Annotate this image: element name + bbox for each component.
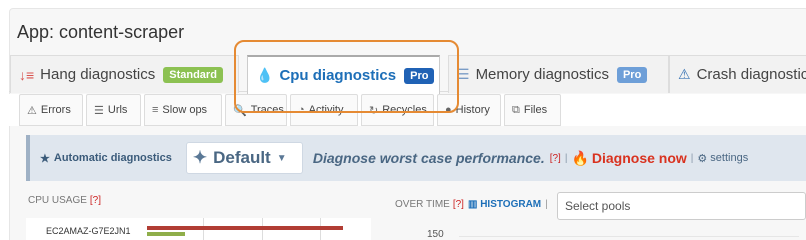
mode-dropdown[interactable]: ✦ Default ▼	[185, 142, 303, 174]
tab-files[interactable]: ⧉ Files	[504, 94, 561, 126]
cpu-bar-green	[147, 232, 185, 236]
separator: |	[545, 199, 548, 210]
app-title: App: content-scraper	[17, 22, 185, 42]
list-icon: ☰	[94, 104, 104, 117]
over-time-label: OVER TIME	[395, 199, 450, 210]
highlight-box	[234, 40, 459, 113]
cpu-usage-label: CPU USAGE	[28, 195, 87, 206]
pro-badge: Pro	[616, 66, 648, 83]
separator: |	[564, 152, 568, 164]
select-pools-input[interactable]: Select pools	[557, 192, 806, 220]
over-time-header: OVER TIME [?] ▥ HISTOGRAM |	[395, 199, 552, 210]
tab-urls[interactable]: ☰ Urls	[86, 94, 141, 126]
tab-label: History	[455, 104, 490, 116]
magic-wand-icon: ✦	[192, 148, 208, 167]
settings-label: settings	[710, 152, 749, 164]
help-link[interactable]: [?]	[550, 153, 561, 164]
help-link[interactable]: [?]	[453, 199, 464, 210]
sort-down-icon: ↓≡	[19, 66, 35, 83]
gear-icon: ⚙	[697, 152, 708, 165]
help-link[interactable]: [?]	[90, 195, 101, 206]
tab-slow-ops[interactable]: ≡ Slow ops	[144, 94, 222, 126]
diagnose-now-label: Diagnose now	[591, 150, 687, 166]
diagnose-now-button[interactable]: 🔥 Diagnose now	[571, 150, 686, 167]
histogram-link[interactable]: ▥ HISTOGRAM	[468, 199, 541, 210]
tab-label: Slow ops	[162, 104, 208, 116]
tab-label: Urls	[107, 104, 128, 116]
settings-link[interactable]: ⚙ settings	[697, 152, 748, 165]
tab-errors[interactable]: ⚠ Errors	[19, 94, 83, 126]
tab-crash-diagnostics[interactable]: ⚠ Crash diagnostic	[669, 55, 806, 93]
automatic-diagnostics-bar: ★ Automatic diagnostics ✦ Default ▼ Diag…	[26, 135, 806, 181]
histogram-label: HISTOGRAM	[480, 199, 542, 210]
tab-label: Crash diagnostic	[696, 66, 806, 83]
lines-icon: ≡	[152, 104, 159, 116]
tab-label: Files	[523, 104, 548, 116]
automatic-diagnostics-label: ★ Automatic diagnostics	[40, 152, 172, 165]
tab-label: Hang diagnostics	[40, 66, 156, 83]
pools-placeholder: Select pools	[565, 199, 631, 213]
mode-value: Default	[213, 148, 271, 167]
warning-icon: ⚠	[27, 104, 37, 117]
flame-icon: 🔥	[571, 149, 589, 166]
grid-line	[459, 236, 799, 237]
bar-chart-icon: ▥	[467, 199, 478, 210]
tab-memory-diagnostics[interactable]: ☰ Memory diagnostics Pro	[448, 55, 669, 93]
tab-label: Memory diagnostics	[475, 66, 609, 83]
host-label: EC2AMAZ-G7E2JN1	[46, 226, 131, 236]
y-axis-tick: 150	[427, 229, 444, 240]
cpu-usage-header: CPU USAGE [?]	[28, 195, 101, 206]
cpu-bar-red	[147, 226, 343, 230]
tab-hang-diagnostics[interactable]: ↓≡ Hang diagnostics Standard	[10, 55, 239, 93]
star-icon: ★	[40, 152, 50, 165]
warning-icon: ⚠	[678, 66, 691, 82]
diagnose-description: Diagnose worst case performance.	[312, 150, 545, 166]
chevron-down-icon: ▼	[276, 152, 287, 164]
separator: |	[690, 152, 694, 164]
standard-badge: Standard	[163, 66, 223, 83]
auto-label-text: Automatic diagnostics	[53, 152, 172, 164]
files-icon: ⧉	[512, 103, 520, 116]
tab-label: Errors	[40, 104, 71, 116]
